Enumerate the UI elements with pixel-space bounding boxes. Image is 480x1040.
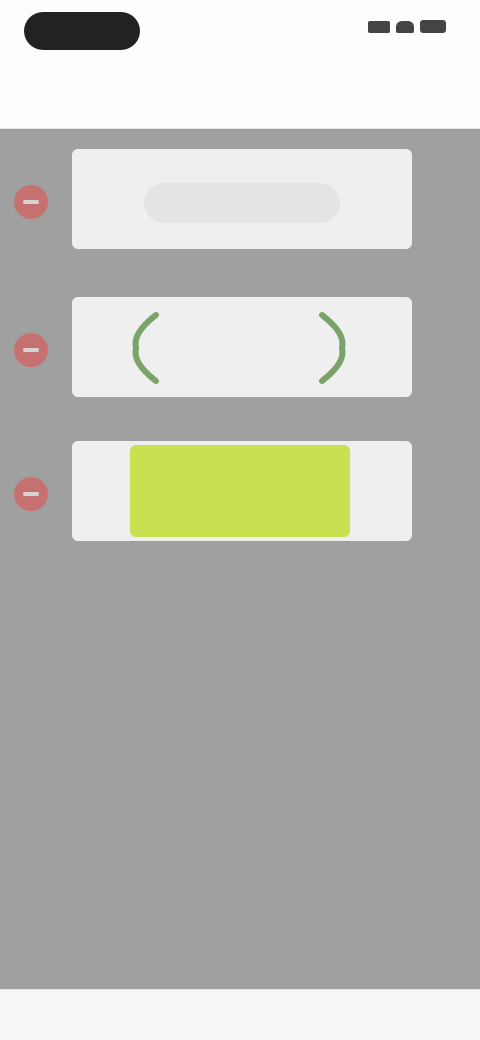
signal-icon [368, 20, 390, 33]
price-pill [144, 183, 340, 223]
delete-icon[interactable] [14, 477, 48, 511]
color-card[interactable] [72, 441, 412, 541]
left-bracket-icon [132, 312, 159, 384]
bracket-card[interactable] [72, 297, 412, 397]
editing-list [0, 129, 480, 989]
status-bar [0, 0, 480, 64]
delete-icon[interactable] [14, 185, 48, 219]
list-item [0, 145, 480, 255]
status-icons [368, 20, 446, 33]
status-time [24, 12, 140, 50]
text-card[interactable] [72, 149, 412, 249]
color-swatch [130, 445, 350, 537]
wifi-icon [396, 20, 414, 33]
navigation-bar [0, 64, 480, 129]
list-item [0, 437, 480, 547]
battery-icon [420, 20, 446, 33]
list-item [0, 293, 480, 403]
right-bracket-icon [319, 312, 346, 384]
delete-icon[interactable] [14, 333, 48, 367]
bottom-bar [0, 989, 480, 1040]
